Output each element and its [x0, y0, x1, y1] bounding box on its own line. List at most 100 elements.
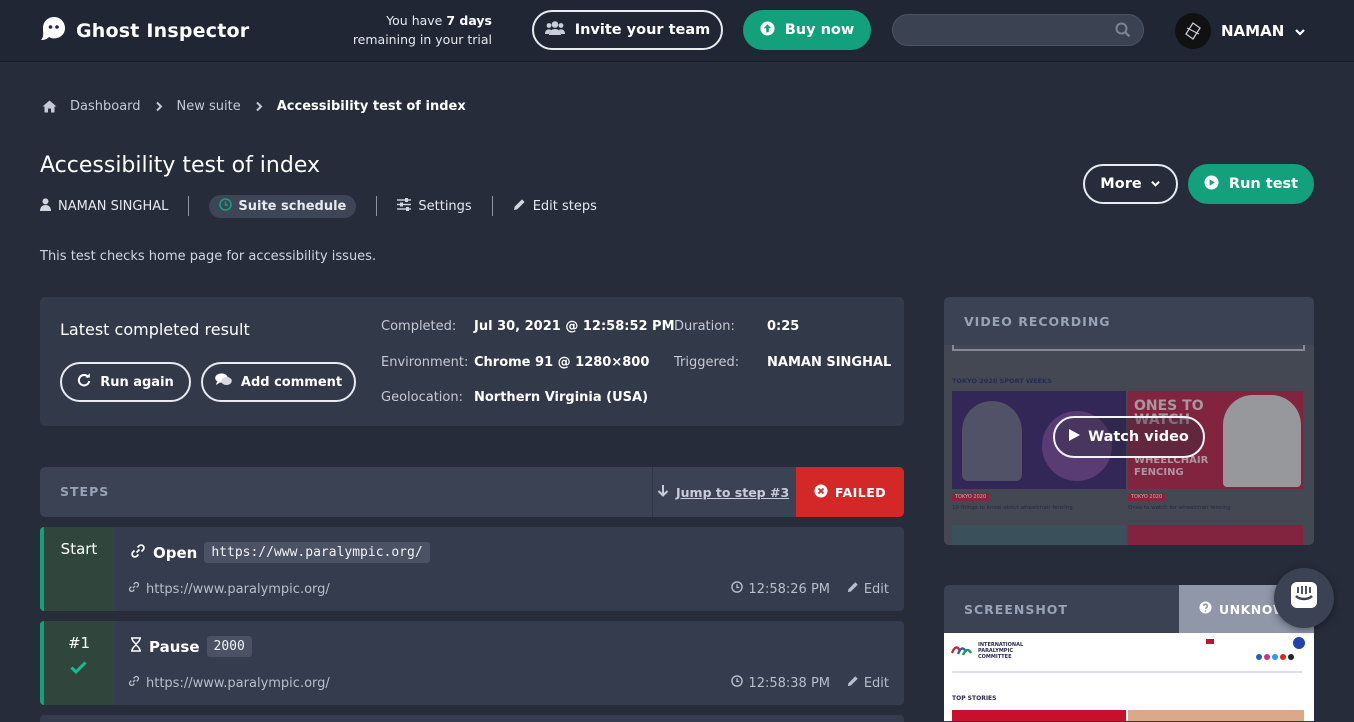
clock-icon [219, 197, 233, 215]
invite-team-button[interactable]: Invite your team [532, 10, 723, 50]
step-value: 2000 [206, 636, 252, 657]
refresh-icon [77, 373, 91, 391]
video-recording-panel: VIDEO RECORDING TOKYO 2020 SPORT WEEKS O… [944, 297, 1314, 545]
user-menu[interactable]: NAMAN [1175, 13, 1306, 49]
step-number-label: Start [60, 540, 98, 558]
user-name: NAMAN [1221, 22, 1285, 40]
edit-steps-label: Edit steps [532, 198, 597, 214]
jump-to-step-label: Jump to step #3 [676, 484, 790, 500]
step-url-text: https://www.paralympic.org/ [146, 581, 330, 597]
ghost-logo-icon [40, 15, 68, 47]
watch-video-button[interactable]: Watch video [1053, 416, 1205, 458]
link-icon [130, 543, 146, 563]
buy-now-label: Buy now [784, 22, 855, 38]
thumb-image [1128, 710, 1304, 721]
owner-name: NAMAN SINGHAL [58, 198, 169, 214]
jump-to-step-link[interactable]: Jump to step #3 [652, 467, 796, 517]
breadcrumb-current: Accessibility test of index [276, 99, 466, 114]
step-time-text: 12:58:38 PM [748, 675, 830, 691]
duration-label: Duration: [674, 319, 735, 334]
step-edit-button[interactable]: Edit [847, 675, 889, 691]
watch-video-label: Watch video [1088, 429, 1189, 445]
home-icon[interactable] [42, 100, 57, 113]
screenshot-org-name: INTERNATIONAL PARALYMPIC COMMITTEE [978, 642, 1024, 660]
step-item[interactable]: Start Open https://www.paralympic.org/ h… [40, 527, 904, 611]
divider [188, 196, 190, 216]
suite-schedule-label: Suite schedule [238, 198, 347, 214]
page-title: Accessibility test of index [40, 153, 320, 178]
social-icons [1256, 654, 1304, 660]
step-action: Pause [149, 637, 200, 656]
arrow-down-icon [656, 484, 670, 501]
video-recording-header: VIDEO RECORDING [944, 297, 1314, 345]
test-meta-row: NAMAN SINGHAL Suite schedule Settings Ed… [40, 194, 597, 218]
steps-label: STEPS [60, 484, 110, 499]
step-time: 12:58:26 PM [731, 581, 830, 597]
more-button[interactable]: More [1083, 164, 1178, 204]
video-thumbnail[interactable]: TOKYO 2020 SPORT WEEKS ONES TO WATCH WHE… [944, 345, 1314, 545]
top-navigation-bar: Ghost Inspector You have 7 days remainin… [0, 0, 1354, 62]
step-time: 12:58:38 PM [731, 675, 830, 691]
completed-value: Jul 30, 2021 @ 12:58:52 PM [474, 319, 675, 334]
clock-icon [731, 581, 744, 597]
run-again-button[interactable]: Run again [60, 362, 191, 402]
step-value: https://www.paralympic.org/ [204, 542, 430, 563]
triggered-label: Triggered: [674, 355, 740, 370]
more-label: More [1100, 176, 1142, 192]
thumb-image [952, 710, 1126, 721]
settings-label: Settings [418, 198, 472, 214]
breadcrumb-suite[interactable]: New suite [177, 99, 241, 114]
test-description: This test checks home page for accessibi… [40, 249, 377, 264]
screenshot-thumbnail[interactable]: INTERNATIONAL PARALYMPIC COMMITTEE TOP S… [944, 633, 1314, 721]
users-icon [544, 20, 565, 40]
run-test-button[interactable]: Run test [1188, 164, 1314, 204]
edit-steps-link[interactable]: Edit steps [513, 198, 597, 215]
flag [1206, 639, 1214, 644]
chat-icon [1290, 581, 1318, 615]
step-edit-label: Edit [863, 581, 889, 597]
step-url-text: https://www.paralympic.org/ [146, 675, 330, 691]
pencil-icon [513, 198, 526, 215]
invite-team-label: Invite your team [574, 22, 711, 38]
link-icon [128, 581, 140, 597]
comments-icon [215, 373, 232, 391]
status-label: FAILED [834, 484, 887, 500]
step-item[interactable]: #1 Pause 2000 https://www.paralympic.org… [40, 621, 904, 705]
trial-suffix: remaining in your trial [352, 32, 492, 47]
step-edit-label: Edit [863, 675, 889, 691]
user-icon [40, 197, 51, 215]
search-icon[interactable] [1115, 22, 1131, 42]
chevron-down-icon [1294, 22, 1306, 41]
result-title: Latest completed result [60, 320, 250, 339]
settings-link[interactable]: Settings [397, 197, 472, 215]
step-number-label: #1 [67, 634, 91, 652]
trial-days: 7 days [446, 13, 492, 28]
test-owner: NAMAN SINGHAL [40, 197, 169, 215]
search-input[interactable] [892, 14, 1144, 46]
suite-schedule-button[interactable]: Suite schedule [209, 194, 357, 218]
thumb-nav [952, 671, 1302, 673]
step-edit-button[interactable]: Edit [847, 581, 889, 597]
brand-logo[interactable]: Ghost Inspector [40, 15, 249, 47]
upload-circle-icon [760, 20, 775, 40]
hourglass-icon [130, 637, 142, 656]
geolocation-value: Northern Virginia (USA) [474, 390, 649, 405]
ipc-logo-icon [950, 641, 973, 657]
breadcrumb-dashboard[interactable]: Dashboard [70, 99, 141, 114]
geolocation-label: Geolocation: [381, 390, 463, 405]
clock-icon [731, 675, 744, 691]
step-url[interactable]: https://www.paralympic.org/ [128, 581, 330, 597]
steps-header: STEPS Jump to step #3 FAILED [40, 467, 904, 517]
step-title: Open https://www.paralympic.org/ [130, 542, 430, 563]
check-icon [70, 659, 87, 678]
trial-notice: You have 7 days remaining in your trial [340, 11, 492, 49]
status-badge: FAILED [796, 467, 904, 517]
add-comment-button[interactable]: Add comment [201, 362, 356, 402]
run-test-label: Run test [1228, 176, 1299, 192]
chat-launcher-button[interactable] [1274, 568, 1334, 628]
screenshot-section: TOP STORIES [952, 695, 997, 702]
step-url[interactable]: https://www.paralympic.org/ [128, 675, 330, 691]
triggered-value: NAMAN SINGHAL [767, 355, 892, 370]
play-icon [1069, 429, 1081, 445]
buy-now-button[interactable]: Buy now [743, 10, 871, 50]
